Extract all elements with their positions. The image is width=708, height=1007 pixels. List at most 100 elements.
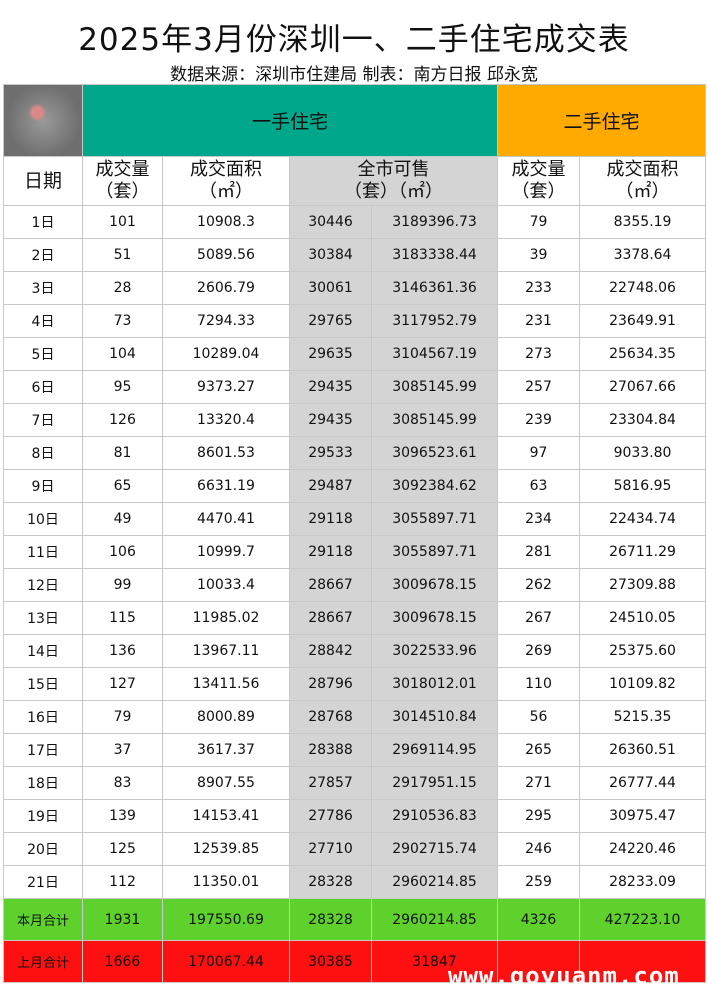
cell-sh-area: 24220.46 — [579, 832, 707, 866]
cell-fh-count: 104 — [82, 337, 163, 371]
cell-sh-count: 39 — [497, 238, 581, 272]
cell-fh-area: 8601.53 — [162, 436, 290, 470]
cell-fh-count: 73 — [82, 304, 163, 338]
cell-fh-area: 5089.56 — [162, 238, 290, 272]
cell-sh-area: 26711.29 — [579, 535, 707, 569]
cell-date: 3日 — [3, 271, 83, 305]
cell-available-area: 3014510.84 — [370, 700, 499, 734]
header-available: 全市可售 （套）（㎡） — [288, 156, 499, 206]
cell-sh-count: 79 — [497, 205, 581, 239]
cell-available-units: 28328 — [289, 865, 372, 899]
cell-fh-area: 11350.01 — [162, 865, 290, 899]
table-row: 20日 125 12539.85 27710 2902715.74 246 24220.46 — [3, 832, 707, 866]
cell-sh-area: 30975.47 — [579, 799, 707, 833]
cell-sh-count: 97 — [497, 436, 581, 470]
cell-sh-count: 110 — [497, 667, 581, 701]
cell-sh-count: 273 — [497, 337, 581, 371]
cell-fh-count: 115 — [82, 601, 163, 635]
cell-fh-count: 79 — [82, 700, 163, 734]
cell-sh-count: 234 — [497, 502, 581, 536]
cell-fh-count: 101 — [82, 205, 163, 239]
cell-available-area: 3189396.73 — [370, 205, 499, 239]
cell-available-area: 2910536.83 — [370, 799, 499, 833]
cell-sh-area: 28233.09 — [579, 865, 707, 899]
cell-sh-area: 22434.74 — [579, 502, 707, 536]
table-row: 7日 126 13320.4 29435 3085145.99 239 23304.84 — [3, 403, 707, 437]
cell-available-area: 3009678.15 — [370, 601, 499, 635]
cell-sh-area: 9033.80 — [579, 436, 707, 470]
cell-fh-area: 170067.44 — [162, 940, 290, 983]
cell-available-area: 3117952.79 — [370, 304, 499, 338]
cell-fh-area: 10289.04 — [162, 337, 290, 371]
cell-available-units: 28328 — [289, 898, 372, 941]
header-fh-area: 成交面积 （㎡） — [162, 156, 290, 206]
blurred-thumbnail-image — [3, 84, 83, 157]
cell-sh-count: 281 — [497, 535, 581, 569]
cell-available-area: 3092384.62 — [370, 469, 499, 503]
cell-date: 18日 — [3, 766, 83, 800]
page-title: 2025年3月份深圳一、二手住宅成交表 — [78, 22, 630, 58]
table-row: 9日 65 6631.19 29487 3092384.62 63 5816.95 — [3, 469, 707, 503]
cell-sh-count: 231 — [497, 304, 581, 338]
cell-available-area: 3183338.44 — [370, 238, 499, 272]
cell-sh-area: 24510.05 — [579, 601, 707, 635]
cell-fh-count: 126 — [82, 403, 163, 437]
cell-sh-area: 26360.51 — [579, 733, 707, 767]
cell-available-area: 3104567.19 — [370, 337, 499, 371]
table-row: 5日 104 10289.04 29635 3104567.19 273 25634.35 — [3, 337, 707, 371]
cell-fh-count: 83 — [82, 766, 163, 800]
cell-date: 10日 — [3, 502, 83, 536]
cell-available-area: 3096523.61 — [370, 436, 499, 470]
cell-fh-area: 10033.4 — [162, 568, 290, 602]
cell-sh-count: 267 — [497, 601, 581, 635]
cell-sh-count: 271 — [497, 766, 581, 800]
cell-fh-count: 51 — [82, 238, 163, 272]
cell-fh-count: 95 — [82, 370, 163, 404]
cell-date: 13日 — [3, 601, 83, 635]
cell-date: 19日 — [3, 799, 83, 833]
cell-available-area: 3009678.15 — [370, 568, 499, 602]
cell-available-units: 30384 — [289, 238, 372, 272]
table-row: 6日 95 9373.27 29435 3085145.99 257 27067.66 — [3, 370, 707, 404]
cell-fh-count: 125 — [82, 832, 163, 866]
table-row: 16日 79 8000.89 28768 3014510.84 56 5215.35 — [3, 700, 707, 734]
cell-available-units: 28842 — [289, 634, 372, 668]
cell-fh-count: 127 — [82, 667, 163, 701]
cell-sh-area: 23649.91 — [579, 304, 707, 338]
cell-date: 16日 — [3, 700, 83, 734]
table-row: 10日 49 4470.41 29118 3055897.71 234 22434.74 — [3, 502, 707, 536]
cell-available-area: 3146361.36 — [370, 271, 499, 305]
page-subtitle: 数据来源：深圳市住建局 制表：南方日报 邱永宽 — [170, 65, 538, 85]
cell-date: 4日 — [3, 304, 83, 338]
cell-available-units: 28667 — [289, 568, 372, 602]
cell-sh-count: 262 — [497, 568, 581, 602]
cell-fh-area: 7294.33 — [162, 304, 290, 338]
cell-sh-area: 5816.95 — [579, 469, 707, 503]
cell-sh-area: 8355.19 — [579, 205, 707, 239]
cell-sh-count: 269 — [497, 634, 581, 668]
cell-fh-area: 6631.19 — [162, 469, 290, 503]
cell-available-units: 29635 — [289, 337, 372, 371]
cell-sh-area: 22748.06 — [579, 271, 707, 305]
cell-fh-area: 2606.79 — [162, 271, 290, 305]
header-date: 日期 — [3, 156, 83, 206]
cell-fh-area: 197550.69 — [162, 898, 290, 941]
table-row: 8日 81 8601.53 29533 3096523.61 97 9033.80 — [3, 436, 707, 470]
cell-available-units: 28796 — [289, 667, 372, 701]
cell-fh-count: 106 — [82, 535, 163, 569]
cell-fh-area: 12539.85 — [162, 832, 290, 866]
housing-transaction-table: 一手住宅 二手住宅 日期 成交量 （套） 成交面积 （㎡） 全市可售 （套）（㎡… — [3, 84, 707, 983]
header-available-title: 全市可售 — [357, 159, 430, 180]
cell-date: 17日 — [3, 733, 83, 767]
cell-date: 9日 — [3, 469, 83, 503]
cell-fh-area: 8907.55 — [162, 766, 290, 800]
cell-available-units: 28388 — [289, 733, 372, 767]
cell-available-units: 29118 — [289, 502, 372, 536]
cell-fh-area: 10908.3 — [162, 205, 290, 239]
cell-available-area: 3085145.99 — [370, 403, 499, 437]
cell-fh-count: 81 — [82, 436, 163, 470]
cell-available-units: 30446 — [289, 205, 372, 239]
cell-available-area: 3022533.96 — [370, 634, 499, 668]
cell-fh-area: 4470.41 — [162, 502, 290, 536]
cell-sh-count: 63 — [497, 469, 581, 503]
